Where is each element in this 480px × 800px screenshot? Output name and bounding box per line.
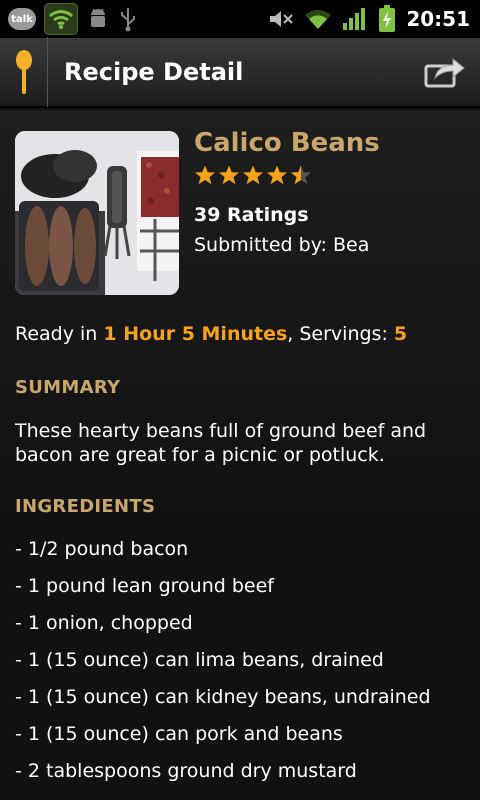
ingredients-heading: INGREDIENTS bbox=[15, 496, 156, 517]
star-icon bbox=[266, 165, 288, 185]
talk-icon: talk bbox=[8, 8, 36, 30]
page-title: Recipe Detail bbox=[64, 58, 244, 86]
ingredient-item: - 2 tablespoons ground dry mustard bbox=[15, 760, 357, 782]
ready-time: 1 Hour 5 Minutes bbox=[103, 323, 288, 345]
spoon-icon bbox=[15, 50, 32, 94]
wifi-notification-icon bbox=[44, 3, 78, 35]
summary-heading: SUMMARY bbox=[15, 377, 121, 398]
servings-count: 5 bbox=[393, 323, 408, 345]
recipe-name: Calico Beans bbox=[194, 128, 380, 158]
ingredient-item: - 1 onion, chopped bbox=[15, 612, 193, 634]
star-icon bbox=[194, 165, 216, 185]
ready-servings-line: Ready in 1 Hour 5 Minutes, Servings: 5 bbox=[15, 323, 407, 345]
battery-charging-icon bbox=[379, 5, 396, 32]
ingredient-item: - 1 (15 ounce) can kidney beans, undrain… bbox=[15, 686, 431, 708]
share-button[interactable] bbox=[422, 49, 468, 95]
ingredient-item: - 1/2 pound bacon bbox=[15, 538, 189, 560]
clock: 20:51 bbox=[406, 7, 470, 31]
usb-icon bbox=[121, 8, 135, 32]
rating-stars bbox=[194, 164, 312, 186]
servings-prefix: , Servings: bbox=[287, 323, 394, 345]
ingredient-item: - 1 pound lean ground beef bbox=[15, 575, 274, 597]
ready-prefix: Ready in bbox=[15, 323, 104, 345]
status-bar: talk 20:51 bbox=[0, 0, 480, 38]
half-star-icon bbox=[290, 165, 312, 185]
recipe-photo bbox=[15, 131, 179, 295]
mute-icon bbox=[270, 11, 294, 27]
star-icon bbox=[242, 165, 264, 185]
submitted-by: Submitted by: Bea bbox=[194, 234, 370, 256]
star-icon bbox=[218, 165, 240, 185]
ingredient-item: - 1 (15 ounce) can lima beans, drained bbox=[15, 649, 384, 671]
cell-signal-icon bbox=[343, 8, 366, 30]
ingredients-list: - 1/2 pound bacon - 1 pound lean ground … bbox=[15, 537, 431, 796]
app-home-button[interactable] bbox=[0, 37, 48, 107]
recipe-detail-content: Calico Beans 39 Ratings Submitted by: Be… bbox=[0, 110, 480, 800]
ingredient-item: - 1 (15 ounce) can pork and beans bbox=[15, 723, 343, 745]
share-icon bbox=[424, 57, 465, 88]
ratings-count: 39 Ratings bbox=[194, 204, 309, 226]
android-debug-icon bbox=[91, 8, 105, 27]
wifi-signal-icon bbox=[305, 9, 332, 29]
summary-text: These hearty beans full of ground beef a… bbox=[15, 420, 427, 466]
action-bar: Recipe Detail bbox=[0, 37, 480, 108]
